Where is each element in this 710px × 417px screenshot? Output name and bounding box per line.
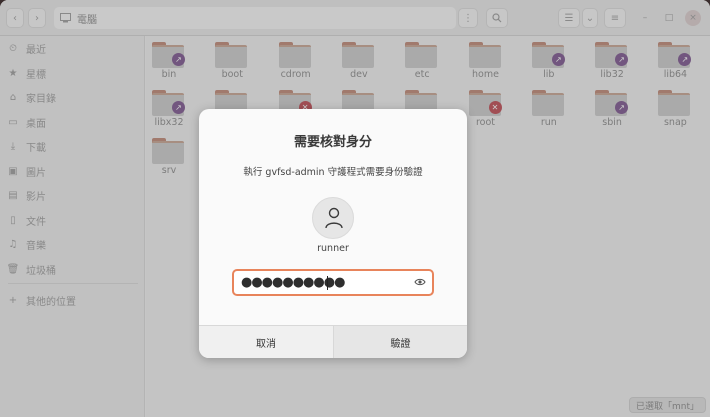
authentication-dialog: 需要核對身分 執行 gvfsd-admin 守護程式需要身份驗證 runner …: [199, 109, 467, 358]
dialog-title: 需要核對身分: [293, 135, 372, 150]
user-avatar-icon: [325, 207, 343, 229]
password-field[interactable]: ●●●●●●●●●●: [232, 269, 434, 296]
text-caret: [327, 276, 328, 290]
authenticate-button[interactable]: 驗證: [333, 326, 467, 358]
show-password-icon[interactable]: [414, 277, 426, 287]
dialog-actions: 取消 驗證: [199, 325, 467, 358]
cancel-button[interactable]: 取消: [199, 326, 333, 358]
avatar: [312, 197, 354, 239]
username-label: runner: [317, 243, 349, 254]
dialog-message: 執行 gvfsd-admin 守護程式需要身份驗證: [243, 167, 423, 178]
password-value: ●●●●●●●●●●: [241, 275, 345, 290]
